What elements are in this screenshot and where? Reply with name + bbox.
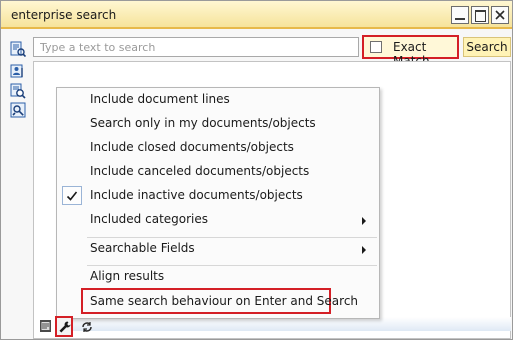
submenu-arrow-icon bbox=[362, 246, 366, 254]
menu-item-include-closed-documents[interactable]: Include closed documents/objects bbox=[57, 137, 379, 159]
minimize-button[interactable] bbox=[451, 6, 469, 24]
title-bar: enterprise search bbox=[1, 1, 512, 29]
menu-item-include-canceled-documents[interactable]: Include canceled documents/objects bbox=[57, 161, 379, 183]
close-icon bbox=[495, 10, 505, 20]
search-options-menu: Include document lines Search only in my… bbox=[56, 87, 380, 319]
close-button[interactable] bbox=[491, 6, 509, 24]
search-input[interactable] bbox=[33, 37, 359, 57]
refresh-icon[interactable] bbox=[81, 321, 97, 337]
exact-match-option[interactable]: Exact Match bbox=[362, 35, 459, 68]
enterprise-search-window: enterprise search Exact Match Search bbox=[0, 0, 513, 340]
menu-item-same-search-behaviour[interactable]: Same search behaviour on Enter and Searc… bbox=[81, 288, 358, 314]
checkmark-frame bbox=[62, 186, 82, 205]
menu-item-include-document-lines[interactable]: Include document lines bbox=[57, 89, 379, 111]
object-search-icon[interactable] bbox=[10, 83, 26, 99]
results-footer-gradient bbox=[63, 317, 511, 331]
settings-wrench-button[interactable] bbox=[55, 316, 73, 337]
search-button[interactable]: Search bbox=[463, 37, 511, 57]
menu-item-search-only-my-documents[interactable]: Search only in my documents/objects bbox=[57, 113, 379, 135]
submenu-arrow-icon bbox=[362, 217, 366, 225]
document-icon[interactable] bbox=[39, 319, 55, 335]
menu-item-searchable-fields[interactable]: Searchable Fields bbox=[57, 238, 379, 260]
menu-item-included-categories[interactable]: Included categories bbox=[57, 209, 379, 231]
maximize-button[interactable] bbox=[471, 6, 489, 24]
wrench-icon bbox=[59, 321, 71, 333]
person-search-icon[interactable] bbox=[10, 63, 26, 79]
exact-match-checkbox[interactable] bbox=[370, 41, 382, 53]
menu-item-align-results[interactable]: Align results bbox=[57, 266, 379, 288]
settings-search-icon[interactable] bbox=[10, 102, 26, 118]
document-search-icon[interactable] bbox=[10, 41, 26, 57]
menu-item-include-inactive-documents[interactable]: Include inactive documents/objects bbox=[57, 185, 379, 207]
search-type-sidebar bbox=[7, 35, 31, 335]
checkmark-icon bbox=[66, 191, 78, 201]
window-title: enterprise search bbox=[11, 8, 117, 22]
